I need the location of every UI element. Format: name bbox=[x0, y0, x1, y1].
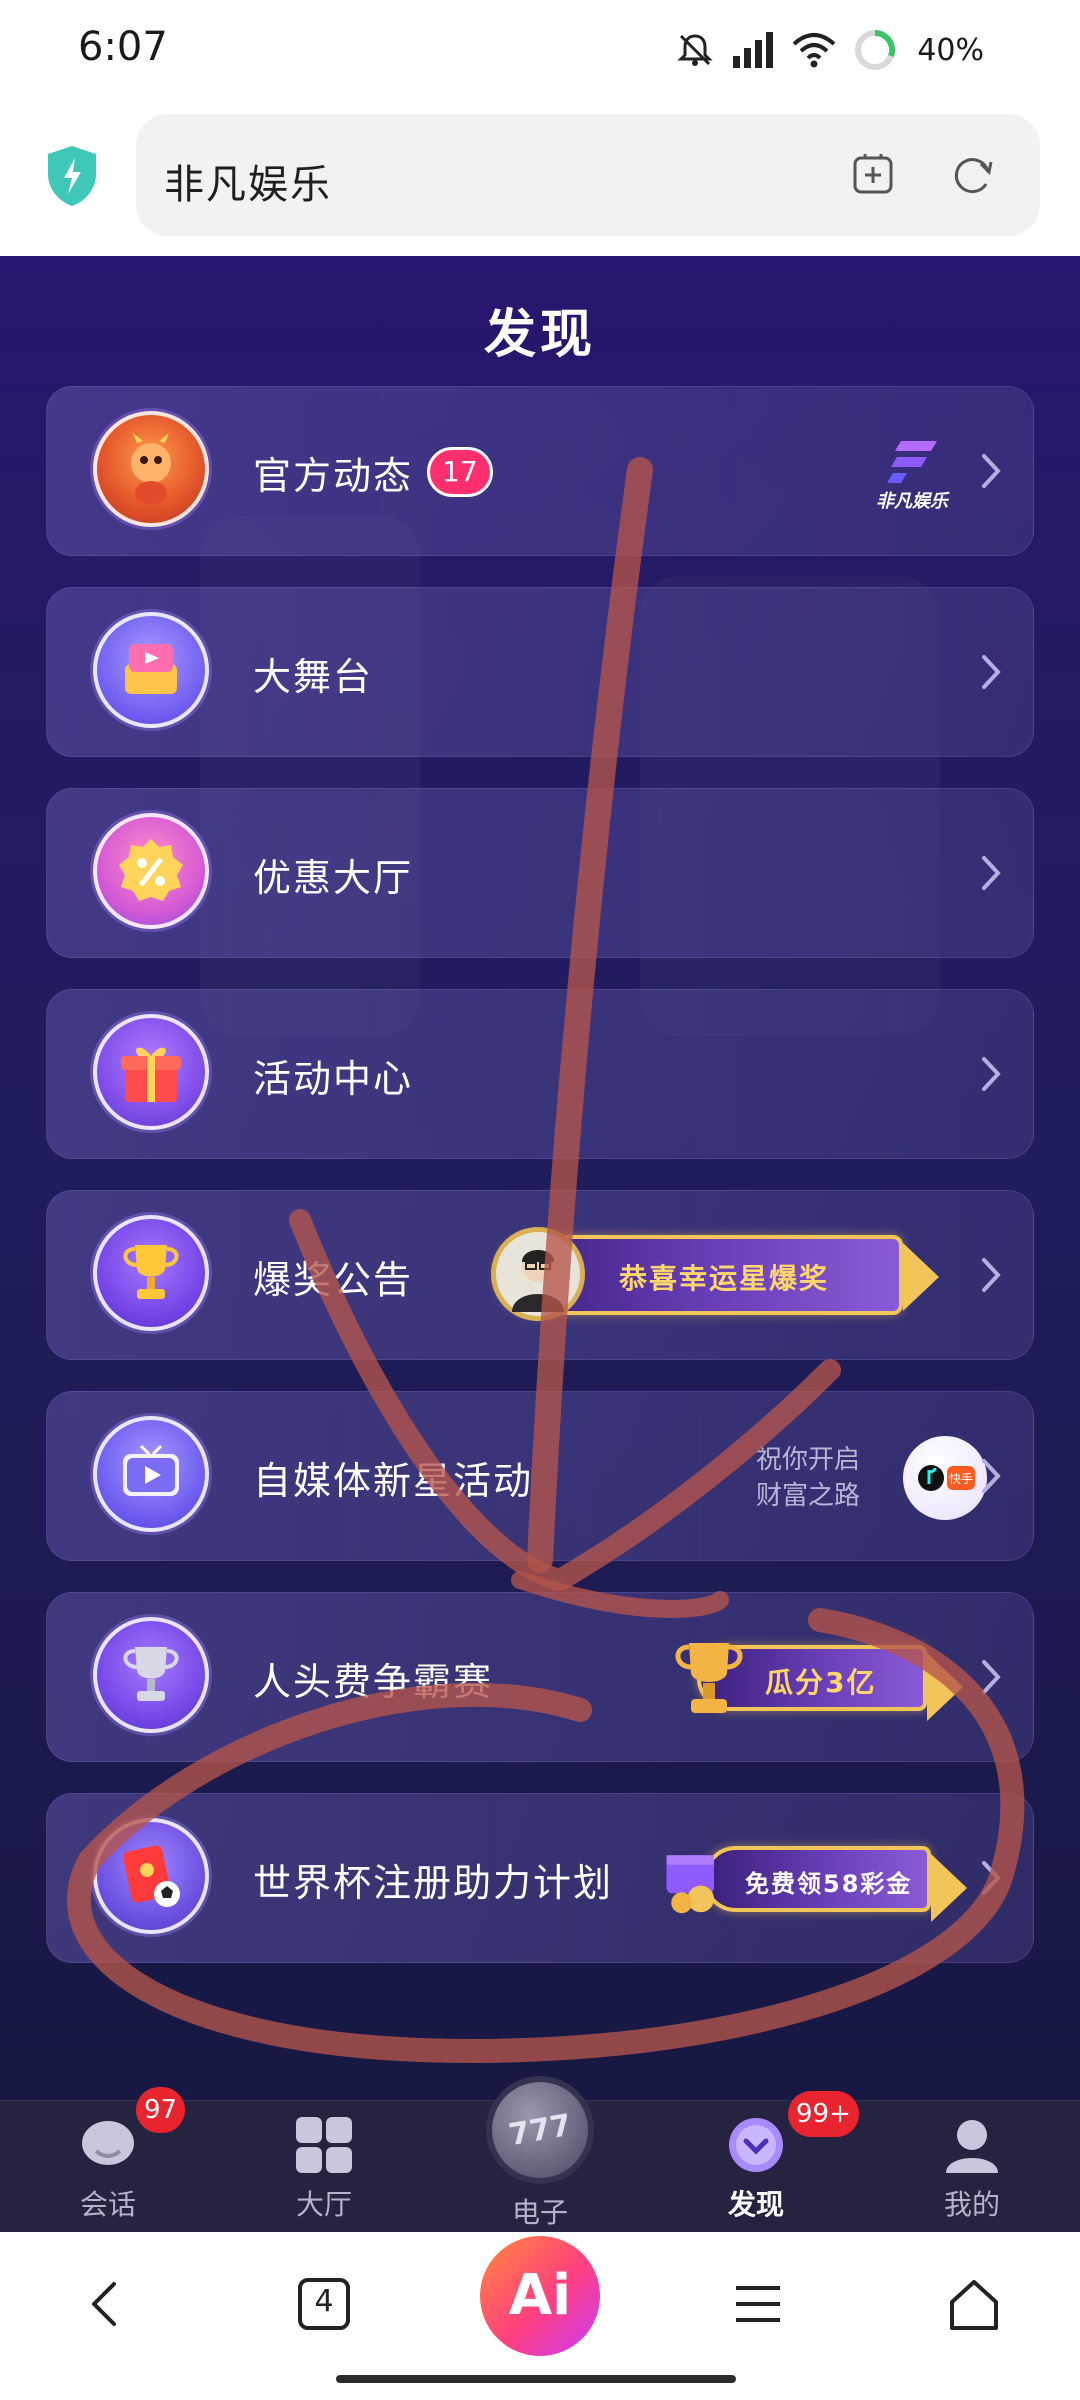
promo-text: 祝你开启 财富之路 bbox=[733, 1442, 883, 1514]
menu-item-self-media-star[interactable]: 自媒体新星活动 祝你开启财富之路 快手 bbox=[46, 1391, 1034, 1561]
gift-box-icon bbox=[93, 1014, 209, 1130]
red-envelope-ball-icon bbox=[93, 1818, 209, 1934]
menu-icon[interactable] bbox=[728, 2274, 788, 2334]
slot-777-icon: 777 bbox=[506, 2108, 574, 2153]
home-icon[interactable] bbox=[944, 2274, 1004, 2334]
menu-item-big-stage[interactable]: 大舞台 bbox=[46, 587, 1034, 757]
grid-icon bbox=[296, 2117, 352, 2173]
menu-item-label: 活动中心 bbox=[253, 1057, 414, 1101]
mute-bell-icon bbox=[677, 34, 713, 66]
menu-item-label: 世界杯注册助力计划 bbox=[253, 1861, 614, 1905]
ai-assistant-button[interactable]: Ai bbox=[480, 2236, 600, 2356]
url-text: 非凡娱乐 bbox=[164, 162, 332, 208]
menu-item-label: 自媒体新星活动 bbox=[253, 1459, 534, 1503]
brand-f-logo-icon bbox=[887, 441, 937, 483]
chevron-right-icon bbox=[982, 1258, 1001, 1292]
chevron-right-icon bbox=[982, 1861, 1001, 1895]
slot-777-button[interactable]: 777 bbox=[486, 2076, 594, 2184]
brand-logo: 非凡娱乐 bbox=[867, 435, 957, 512]
social-bubble: 快手 bbox=[903, 1436, 987, 1520]
tab-unread-badge: 99+ bbox=[788, 2091, 859, 2137]
page-title: 发现 bbox=[483, 305, 596, 365]
chat-bubble-icon bbox=[82, 2121, 134, 2165]
discover-page: 发现 官方动态 17 非凡娱乐 大舞台 优惠大厅 活动中心 爆奖公告 恭喜幸运星… bbox=[0, 256, 1080, 2232]
tv-play-icon bbox=[93, 1416, 209, 1532]
tab-label: 电子 bbox=[511, 2196, 568, 2229]
menu-item-jackpot-announcement[interactable]: 爆奖公告 恭喜幸运星爆奖 bbox=[46, 1190, 1034, 1360]
silver-trophy-icon bbox=[93, 1617, 209, 1733]
status-bar: 6:07 40% bbox=[0, 0, 1080, 100]
banner-text: 恭喜幸运星爆奖 bbox=[619, 1262, 830, 1295]
chevron-right-icon bbox=[982, 1057, 1001, 1091]
shield-icon[interactable] bbox=[44, 144, 100, 208]
discount-icon bbox=[93, 813, 209, 929]
add-tab-icon[interactable] bbox=[850, 152, 896, 198]
menu-item-headcount-contest[interactable]: 人头费争霸赛 瓜分3亿 bbox=[46, 1592, 1034, 1762]
discover-menu-list: 官方动态 17 非凡娱乐 大舞台 优惠大厅 活动中心 爆奖公告 恭喜幸运星爆奖 … bbox=[46, 386, 1034, 1994]
unread-count-badge: 17 bbox=[427, 447, 493, 497]
menu-item-label: 爆奖公告 bbox=[253, 1258, 414, 1302]
promo-line-1: 祝你开启 bbox=[755, 1445, 860, 1475]
menu-item-label: 官方动态 bbox=[253, 454, 414, 498]
kuaishou-icon-text: 快手 bbox=[949, 1472, 973, 1486]
chevron-right-icon bbox=[982, 655, 1001, 689]
signal-icon bbox=[733, 32, 774, 68]
menu-item-activity-center[interactable]: 活动中心 bbox=[46, 989, 1034, 1159]
profile-icon bbox=[946, 2120, 998, 2173]
menu-item-label: 大舞台 bbox=[253, 655, 374, 699]
banner-text: 免费领58彩金 bbox=[745, 1870, 913, 1898]
menu-item-promotion-hall[interactable]: 优惠大厅 bbox=[46, 788, 1034, 958]
battery-ring-icon bbox=[855, 29, 896, 70]
refresh-icon[interactable] bbox=[950, 152, 996, 198]
chevron-right-icon bbox=[982, 856, 1001, 890]
promo-line-2: 财富之路 bbox=[755, 1481, 860, 1511]
stage-box-icon bbox=[93, 612, 209, 728]
browser-address-bar: 非凡娱乐 bbox=[0, 100, 1080, 256]
tab-label: 大厅 bbox=[295, 2188, 352, 2221]
chevron-right-icon bbox=[982, 1459, 1001, 1493]
menu-item-world-cup-plan[interactable]: 世界杯注册助力计划 免费领58彩金 bbox=[46, 1793, 1034, 1963]
status-time: 6:07 bbox=[78, 24, 168, 70]
url-field[interactable]: 非凡娱乐 bbox=[136, 114, 1040, 236]
tab-label: 发现 bbox=[727, 2188, 784, 2221]
chevron-right-icon bbox=[982, 1660, 1001, 1694]
winner-avatar bbox=[491, 1227, 585, 1321]
back-icon[interactable] bbox=[76, 2274, 136, 2334]
wifi-icon bbox=[792, 33, 836, 68]
battery-percent: 40% bbox=[917, 32, 984, 68]
menu-item-official-news[interactable]: 官方动态 17 非凡娱乐 bbox=[46, 386, 1034, 556]
tab-unread-badge: 97 bbox=[136, 2087, 186, 2133]
tab-label: 会话 bbox=[79, 2188, 136, 2221]
discover-icon bbox=[729, 2118, 783, 2172]
tabs-button[interactable]: 4 bbox=[294, 2274, 354, 2334]
tab-mine[interactable]: 我的 bbox=[864, 2101, 1080, 2233]
tab-chat[interactable]: 97 会话 bbox=[0, 2087, 216, 2233]
tab-discover[interactable]: 99+ 发现 bbox=[648, 2091, 864, 2233]
menu-item-label: 人头费争霸赛 bbox=[253, 1660, 494, 1704]
gold-trophy-icon bbox=[675, 1643, 743, 1713]
menu-item-label: 优惠大厅 bbox=[253, 856, 414, 900]
tab-label: 我的 bbox=[943, 2188, 1000, 2221]
gift-coins-icon bbox=[666, 1855, 714, 1914]
status-icons: 40% bbox=[675, 22, 984, 78]
world-cup-banner[interactable]: 免费领58彩金 bbox=[703, 1846, 967, 1922]
dragon-mascot-icon bbox=[93, 411, 209, 527]
trophy-icon bbox=[93, 1215, 209, 1331]
tab-lobby[interactable]: 大厅 bbox=[216, 2101, 432, 2233]
tab-count: 4 bbox=[314, 2284, 334, 2319]
chevron-right-icon bbox=[982, 454, 1001, 488]
svg-text:777: 777 bbox=[506, 2108, 574, 2153]
banner-text: 瓜分3亿 bbox=[765, 1666, 877, 1699]
home-indicator[interactable] bbox=[336, 2375, 736, 2383]
brand-logo-text: 非凡娱乐 bbox=[876, 491, 948, 512]
